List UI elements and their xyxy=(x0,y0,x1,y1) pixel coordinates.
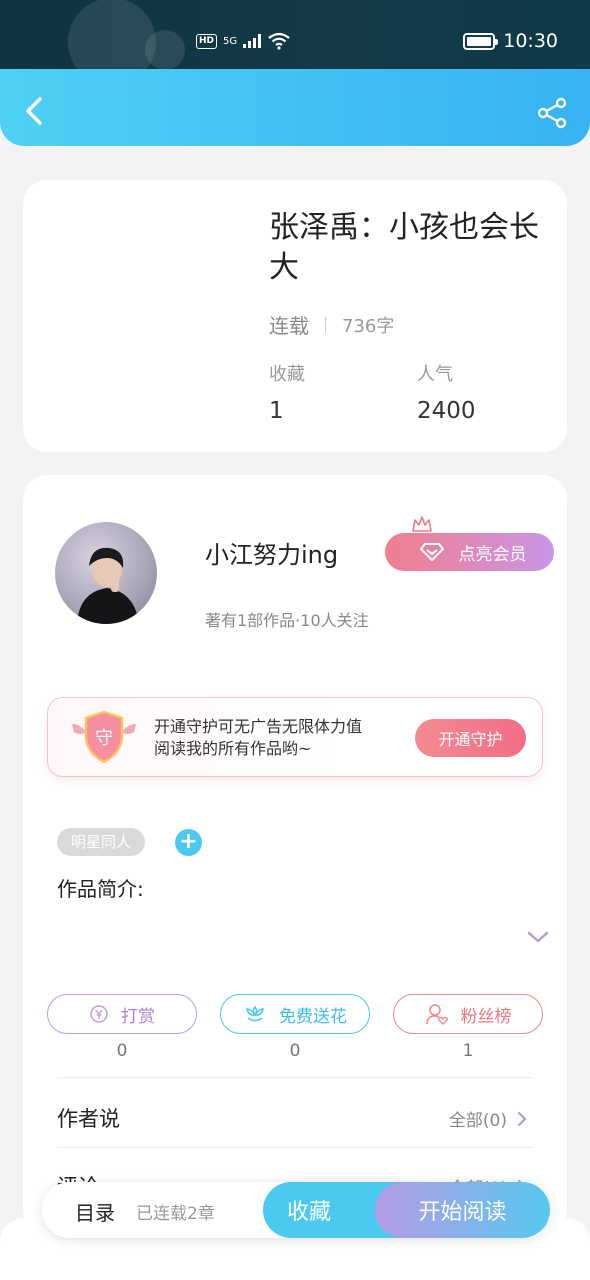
popularity-label: 人气 xyxy=(417,364,453,385)
send-flower-label: 免费送花 xyxy=(279,1006,347,1027)
flower-icon xyxy=(245,1005,265,1022)
author-name[interactable]: 小江努力ing xyxy=(205,535,338,570)
details-card: 小江努力ing 点亮会员 著有1部作品·10人关注 守 开通守护可无广告无限体力… xyxy=(23,475,567,1235)
add-tag-button[interactable]: + xyxy=(175,829,202,856)
fan-ranking-label: 粉丝榜 xyxy=(460,1006,512,1027)
guard-shield-icon: 守 xyxy=(72,710,136,764)
status-left: HD 5G xyxy=(196,32,291,50)
yuan-coin-icon xyxy=(90,1005,108,1023)
share-icon[interactable] xyxy=(536,97,568,129)
fan-heart-icon xyxy=(425,1004,448,1025)
author-says-all: 全部(0) xyxy=(448,1111,507,1131)
word-count: 736字 xyxy=(342,315,395,337)
popularity-stat: 人气 2400 xyxy=(417,360,476,424)
intro-label: 作品简介: xyxy=(57,877,144,901)
author-says-link[interactable]: 全部(0) xyxy=(449,1106,527,1131)
wifi-icon xyxy=(268,32,290,50)
fan-ranking-button[interactable]: 粉丝榜 xyxy=(393,994,543,1034)
vip-button[interactable]: 点亮会员 xyxy=(385,533,554,571)
popularity-value: 2400 xyxy=(417,398,476,424)
author-subtitle: 著有1部作品·10人关注 xyxy=(205,611,369,630)
toc-button[interactable]: 目录 xyxy=(75,1197,115,1226)
nav-bar xyxy=(0,69,590,146)
chapter-count: 已连载2章 xyxy=(136,1204,215,1224)
send-flower-button[interactable]: 免费送花 xyxy=(220,994,370,1034)
author-avatar[interactable] xyxy=(55,522,157,624)
signal-icon xyxy=(243,34,262,48)
chevron-right-icon xyxy=(517,1111,527,1126)
genre-tag[interactable]: 明星同人 xyxy=(57,828,146,856)
flower-count: 0 xyxy=(289,1041,301,1061)
guard-line-1: 开通守护可无广告无限体力值 xyxy=(154,717,363,736)
favorite-label: 收藏 xyxy=(287,1200,332,1225)
divider xyxy=(57,1077,533,1078)
status-right: 10:30 xyxy=(463,30,558,52)
decor-bubble xyxy=(68,0,156,70)
vip-label: 点亮会员 xyxy=(458,544,527,565)
meta-divider xyxy=(325,316,326,333)
hd-icon: HD xyxy=(196,33,218,49)
crown-icon xyxy=(412,516,432,535)
favorites-stat: 收藏 1 xyxy=(269,360,305,424)
favorites-label: 收藏 xyxy=(269,364,305,385)
open-guard-button[interactable]: 开通守护 xyxy=(415,719,526,757)
book-title: 张泽禹：小孩也会长大 xyxy=(269,210,539,285)
status-bar: HD 5G 10:30 xyxy=(0,0,590,70)
guard-banner: 守 开通守护可无广告无限体力值 阅读我的所有作品哟~ 开通守护 xyxy=(47,697,543,777)
guard-badge-text: 守 xyxy=(95,728,113,749)
favorites-value: 1 xyxy=(269,398,284,424)
guard-line-2: 阅读我的所有作品哟~ xyxy=(154,739,312,758)
diamond-icon xyxy=(419,543,444,561)
bottom-action-bar: 目录 已连载2章 收藏 开始阅读 xyxy=(42,1182,550,1238)
serial-status: 连载 xyxy=(269,314,309,338)
tip-count: 0 xyxy=(116,1041,128,1061)
decor-bubble xyxy=(145,30,185,70)
divider xyxy=(57,1147,533,1148)
network-label: 5G xyxy=(223,35,238,47)
clock: 10:30 xyxy=(503,30,558,52)
book-meta: 连载 736字 xyxy=(269,310,394,339)
battery-icon xyxy=(463,32,499,50)
avatar-image xyxy=(77,547,139,624)
author-says-label: 作者说 xyxy=(57,1107,120,1131)
chevron-down-icon[interactable] xyxy=(527,930,549,944)
start-reading-button[interactable]: 开始阅读 xyxy=(375,1182,550,1238)
tip-label: 打赏 xyxy=(121,1006,155,1027)
back-arrow-icon[interactable] xyxy=(20,95,48,127)
guard-text: 开通守护可无广告无限体力值 阅读我的所有作品哟~ xyxy=(154,716,362,760)
fan-count: 1 xyxy=(462,1041,474,1061)
tip-button[interactable]: 打赏 xyxy=(47,994,197,1034)
book-info-card: 张泽禹：小孩也会长大 连载 736字 收藏 1 人气 2400 xyxy=(23,180,567,452)
